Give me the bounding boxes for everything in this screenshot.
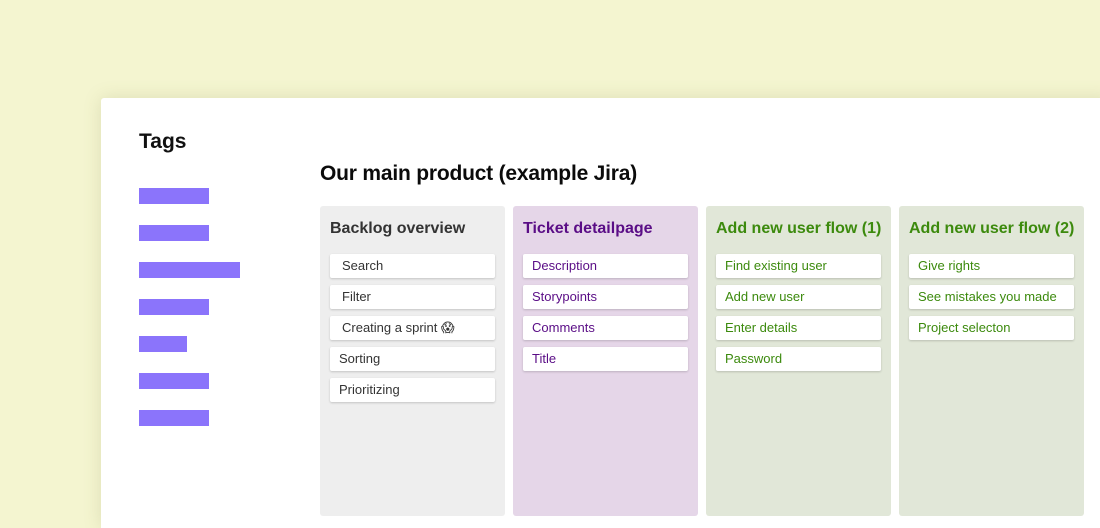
- card[interactable]: Storypoints: [523, 285, 688, 309]
- card[interactable]: Project selecton: [909, 316, 1074, 340]
- column-title: Add new user flow (2): [909, 220, 1075, 237]
- tag-item[interactable]: [139, 225, 209, 241]
- card[interactable]: Give rights: [909, 254, 1074, 278]
- column-title: Backlog overview: [330, 220, 466, 237]
- card[interactable]: Add new user: [716, 285, 881, 309]
- card[interactable]: Prioritizing: [330, 378, 495, 402]
- card[interactable]: Description: [523, 254, 688, 278]
- tag-item[interactable]: [139, 373, 209, 389]
- column-add-new-user-flow-2: Add new user flow (2) Give rights See mi…: [899, 206, 1084, 516]
- column-backlog-overview: Backlog overview Search Filter Creating …: [320, 206, 505, 516]
- card[interactable]: Password: [716, 347, 881, 371]
- tag-item[interactable]: [139, 188, 209, 204]
- card[interactable]: Title: [523, 347, 688, 371]
- card[interactable]: Sorting: [330, 347, 495, 371]
- tags-heading: Tags: [139, 130, 187, 153]
- card[interactable]: Creating a sprint 😱: [330, 316, 495, 340]
- column-title: Ticket detailpage: [523, 220, 653, 237]
- column-title: Add new user flow (1): [716, 220, 882, 237]
- tag-item[interactable]: [139, 336, 187, 352]
- card[interactable]: Find existing user: [716, 254, 881, 278]
- tag-item[interactable]: [139, 410, 209, 426]
- card[interactable]: Filter: [330, 285, 495, 309]
- column-add-new-user-flow-1: Add new user flow (1) Find existing user…: [706, 206, 891, 516]
- page-title: Our main product (example Jira): [320, 162, 638, 185]
- card[interactable]: Search: [330, 254, 495, 278]
- column-ticket-detailpage: Ticket detailpage Description Storypoint…: [513, 206, 698, 516]
- card[interactable]: See mistakes you made: [909, 285, 1074, 309]
- card[interactable]: Comments: [523, 316, 688, 340]
- card[interactable]: Enter details: [716, 316, 881, 340]
- tag-item[interactable]: [139, 299, 209, 315]
- tag-item[interactable]: [139, 262, 240, 278]
